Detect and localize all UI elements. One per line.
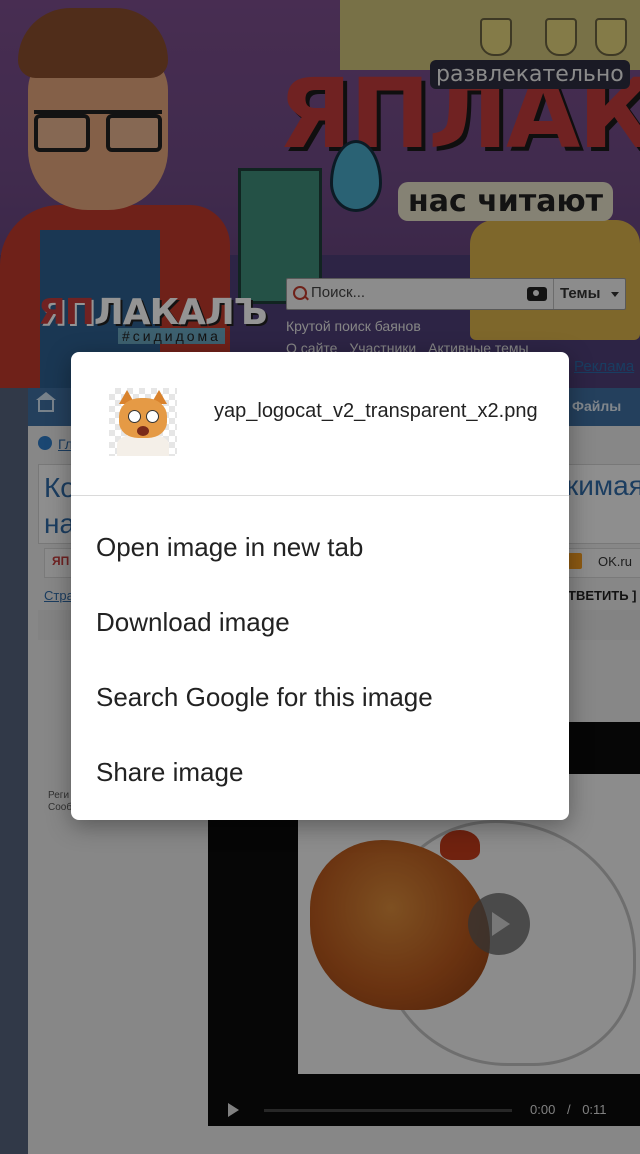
share-image-item[interactable]: Share image — [71, 735, 569, 810]
cat-mouth — [137, 426, 149, 436]
open-image-in-new-tab-item[interactable]: Open image in new tab — [71, 510, 569, 585]
search-google-for-image-item[interactable]: Search Google for this image — [71, 660, 569, 735]
context-menu-header: yap_logocat_v2_transparent_x2.png — [71, 352, 569, 496]
cat-eye — [128, 410, 141, 423]
download-image-item[interactable]: Download image — [71, 585, 569, 660]
cat-eye — [146, 410, 159, 423]
cat-thumbnail-icon — [109, 388, 177, 456]
image-context-menu: yap_logocat_v2_transparent_x2.png Open i… — [71, 352, 569, 820]
image-filename: yap_logocat_v2_transparent_x2.png — [214, 400, 538, 422]
